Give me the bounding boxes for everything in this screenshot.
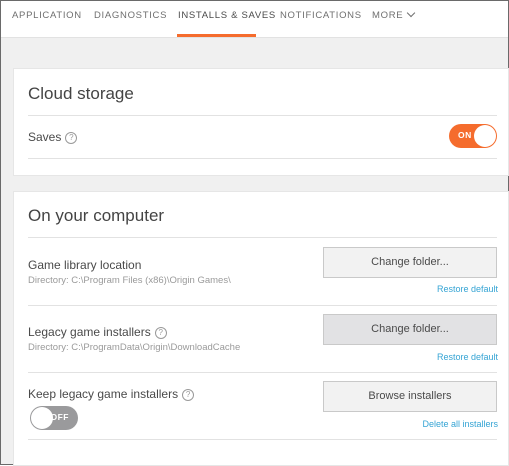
browse-installers-button[interactable]: Browse installers [323, 381, 497, 412]
restore-library-default-link[interactable]: Restore default [437, 284, 498, 294]
on-your-computer-heading: On your computer [28, 206, 165, 225]
help-icon[interactable]: ? [154, 327, 167, 339]
settings-tab-bar: APPLICATION DIAGNOSTICS INSTALLS & SAVES… [1, 1, 508, 38]
active-tab-indicator [177, 34, 256, 37]
tab-diagnostics[interactable]: DIAGNOSTICS [94, 10, 167, 21]
cloud-storage-heading: Cloud storage [28, 84, 134, 103]
divider [28, 305, 497, 306]
help-icon[interactable]: ? [65, 132, 78, 144]
saves-toggle-label: ON [458, 130, 472, 140]
tab-more[interactable]: MORE [372, 8, 416, 21]
change-library-folder-button[interactable]: Change folder... [323, 247, 497, 278]
tab-notifications[interactable]: NOTIFICATIONS [280, 10, 362, 21]
chevron-down-icon [407, 8, 416, 18]
legacy-installers-label: Legacy game installers [28, 325, 151, 339]
settings-window: APPLICATION DIAGNOSTICS INSTALLS & SAVES… [0, 0, 509, 466]
restore-legacy-default-link[interactable]: Restore default [437, 352, 498, 362]
keep-installers-label: Keep legacy game installers [28, 387, 179, 401]
keep-installers-setting: Keep legacy game installers? [28, 387, 195, 401]
divider [28, 237, 497, 238]
divider [28, 158, 497, 159]
keep-installers-toggle-label: OFF [50, 412, 69, 422]
divider [28, 115, 497, 116]
change-legacy-folder-button[interactable]: Change folder... [323, 314, 497, 345]
game-library-directory: Directory: C:\Program Files (x86)\Origin… [28, 275, 231, 286]
keep-installers-toggle[interactable]: OFF [30, 406, 78, 430]
toggle-knob [474, 125, 496, 147]
legacy-installers-directory: Directory: C:\ProgramData\Origin\Downloa… [28, 342, 241, 353]
cloud-storage-panel: Cloud storage Saves? ON [13, 68, 509, 176]
saves-label: Saves [28, 130, 62, 144]
delete-all-installers-link[interactable]: Delete all installers [422, 419, 498, 429]
tab-installs-saves[interactable]: INSTALLS & SAVES [178, 10, 276, 21]
on-your-computer-panel: On your computer Game library location D… [13, 191, 509, 466]
saves-toggle[interactable]: ON [449, 124, 497, 148]
divider [28, 372, 497, 373]
game-library-label: Game library location [28, 258, 142, 272]
tab-application[interactable]: APPLICATION [12, 10, 82, 21]
legacy-installers-setting: Legacy game installers? [28, 325, 167, 339]
tab-more-label: MORE [372, 10, 404, 21]
saves-setting: Saves? [28, 130, 78, 144]
help-icon[interactable]: ? [182, 389, 195, 401]
divider [28, 439, 497, 440]
